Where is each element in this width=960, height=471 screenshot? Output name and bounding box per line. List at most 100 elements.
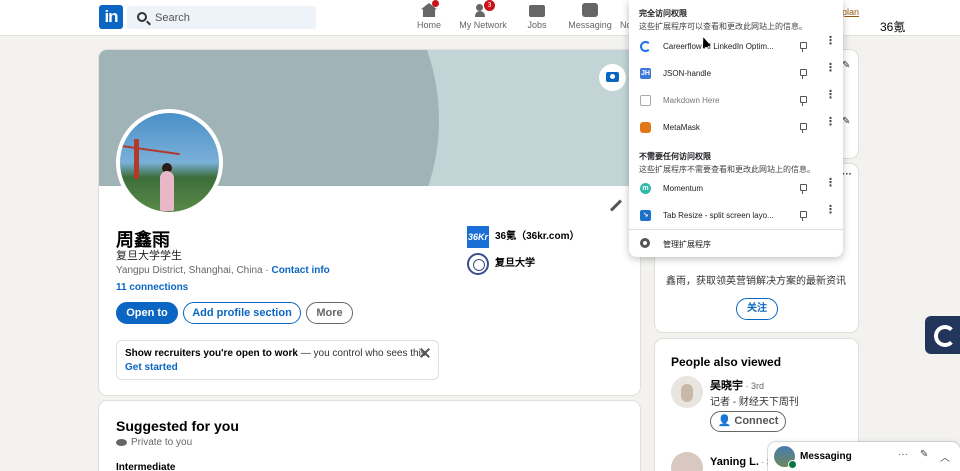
- connections-link[interactable]: 11 connections: [116, 282, 188, 293]
- recruiter-prompt-rest: — you control who sees this.: [297, 348, 429, 359]
- search-icon: [137, 12, 147, 22]
- extension-name: JSON-handle: [663, 69, 712, 78]
- json-handle-icon: JH: [640, 68, 651, 79]
- pin-icon[interactable]: [799, 184, 807, 194]
- private-note: Private to you: [116, 437, 192, 448]
- manage-extensions-link[interactable]: 管理扩展程序: [663, 239, 711, 250]
- extension-momentum[interactable]: m Momentum ⋮: [629, 176, 843, 202]
- recruiter-prompt-bold: Show recruiters you're open to work: [125, 348, 298, 359]
- close-icon[interactable]: [419, 347, 431, 359]
- avatar[interactable]: [671, 376, 703, 408]
- pin-icon[interactable]: [799, 69, 807, 79]
- education-fudan-name: 复旦大学: [495, 258, 535, 269]
- pin-icon[interactable]: [799, 42, 807, 52]
- person-name[interactable]: 吴晓宇 · 3rd: [710, 377, 764, 393]
- search-bar[interactable]: [127, 6, 316, 29]
- person-role: 记者 - 财经天下周刊: [710, 397, 799, 408]
- chevron-up-icon[interactable]: ︿: [940, 449, 950, 464]
- no-access-desc: 这些扩展程序不需要查看和更改此网站上的信息。: [639, 165, 815, 174]
- extension-name: Momentum: [663, 184, 704, 193]
- home-notification-dot: [432, 0, 439, 7]
- nav-jobs[interactable]: Jobs: [524, 3, 550, 33]
- popup-divider: [629, 229, 843, 230]
- profile-card: 周鑫雨 复旦大学学生 Yangpu District, Shanghai, Ch…: [99, 50, 640, 395]
- more-options-icon[interactable]: ⋮: [825, 205, 836, 216]
- nav-messaging-label: Messaging: [568, 20, 612, 30]
- nav-my-network[interactable]: 3 My Network: [459, 0, 507, 33]
- profile-avatar[interactable]: [116, 109, 223, 216]
- avatar-2[interactable]: [671, 452, 703, 471]
- extension-markdown-here[interactable]: Markdown Here ⋮: [629, 88, 843, 114]
- more-button[interactable]: More: [306, 302, 353, 324]
- add-profile-section-button[interactable]: Add profile section: [183, 302, 301, 324]
- gear-icon[interactable]: [640, 238, 650, 248]
- extension-name: Careerflow AI LinkedIn Optim...: [663, 42, 774, 51]
- search-input[interactable]: [155, 9, 305, 26]
- get-started-link[interactable]: Get started: [125, 362, 178, 373]
- tab-resize-icon: ↘: [640, 210, 651, 221]
- right-card-edit-icon[interactable]: ✎: [842, 60, 850, 71]
- messaging-bar[interactable]: Messaging ··· ✎ ︿: [768, 442, 960, 471]
- nav-home-label: Home: [416, 20, 441, 30]
- location-text: Yangpu District, Shanghai, China: [116, 265, 263, 276]
- extension-careerflow[interactable]: Careerflow AI LinkedIn Optim... ⋮: [629, 34, 843, 60]
- extensions-popup: 完全访问权限 这些扩展程序可以查看和更改此网站上的信息。 Careerflow …: [629, 0, 843, 257]
- profile-location: Yangpu District, Shanghai, China · Conta…: [116, 265, 330, 276]
- nav-home[interactable]: Home: [416, 0, 442, 33]
- avatar-person: [160, 171, 174, 211]
- suggested-title: Suggested for you: [116, 418, 239, 434]
- pin-icon[interactable]: [799, 96, 807, 106]
- extension-name: Tab Resize - split screen layo...: [663, 211, 774, 220]
- more-options-icon[interactable]: ⋮: [825, 178, 836, 189]
- right-card-edit-icon-2[interactable]: ✎: [842, 116, 850, 127]
- more-options-icon[interactable]: ⋮: [825, 117, 836, 128]
- more-options-icon[interactable]: ⋮: [825, 36, 836, 47]
- more-options-icon[interactable]: ⋮: [825, 63, 836, 74]
- briefcase-icon: [529, 5, 545, 17]
- full-access-desc: 这些扩展程序可以查看和更改此网站上的信息。: [639, 22, 807, 31]
- nav-my-network-label: My Network: [459, 20, 507, 30]
- pin-icon[interactable]: [799, 211, 807, 221]
- open-to-work-prompt: Show recruiters you're open to work — yo…: [116, 340, 439, 380]
- private-note-text: Private to you: [131, 437, 193, 448]
- people-also-viewed-title: People also viewed: [671, 355, 782, 369]
- metamask-fox-icon: [640, 122, 651, 133]
- avatar-bridge-tower: [134, 139, 139, 179]
- suggested-card: Suggested for you Private to you Interme…: [99, 401, 640, 471]
- contact-info-link[interactable]: Contact info: [271, 265, 329, 276]
- fudan-logo: [467, 253, 489, 275]
- careerflow-icon: [640, 41, 651, 52]
- plan-link[interactable]: plan: [842, 7, 859, 17]
- connect-button[interactable]: 👤 Connect: [710, 411, 786, 432]
- experience-36kr-name: 36氪（36kr.com）: [495, 231, 580, 242]
- careerflow-side-widget[interactable]: [925, 316, 960, 354]
- suggested-level: Intermediate: [116, 462, 176, 471]
- edit-intro-pencil-icon[interactable]: [607, 198, 623, 214]
- extension-tab-resize[interactable]: ↘ Tab Resize - split screen layo... ⋮: [629, 203, 843, 229]
- promo-text: 鑫雨，获取领英营销解决方案的最新资讯: [666, 276, 846, 287]
- messaging-more-icon[interactable]: ···: [898, 449, 908, 460]
- extension-metamask[interactable]: MetaMask ⋮: [629, 115, 843, 141]
- promo-card-more-icon[interactable]: ···: [842, 169, 852, 180]
- connect-label: Connect: [734, 415, 779, 427]
- linkedin-logo[interactable]: in: [99, 5, 123, 29]
- no-access-title: 不需要任何访问权限: [639, 152, 711, 161]
- person-name-2-text: Yaning L.: [710, 456, 759, 468]
- add-user-icon: 👤: [717, 415, 732, 427]
- recruiter-prompt-text: Show recruiters you're open to work — yo…: [125, 348, 429, 359]
- message-icon: [582, 3, 598, 17]
- follow-button[interactable]: 关注: [736, 298, 778, 320]
- compose-icon[interactable]: ✎: [920, 449, 928, 460]
- edit-banner-button[interactable]: [599, 64, 626, 91]
- more-options-icon[interactable]: ⋮: [825, 90, 836, 101]
- pin-icon[interactable]: [799, 123, 807, 133]
- extension-json-handle[interactable]: JH JSON-handle ⋮: [629, 61, 843, 87]
- camera-icon: [606, 72, 619, 82]
- nav-messaging[interactable]: Messaging: [568, 3, 612, 33]
- open-to-button[interactable]: Open to: [116, 302, 178, 324]
- network-badge: 3: [484, 0, 495, 11]
- person-degree: · 3rd: [743, 381, 765, 391]
- avatar-bridge-deck: [120, 144, 180, 156]
- momentum-icon: m: [640, 183, 651, 194]
- person-name-2[interactable]: Yaning L. · 3: [710, 456, 772, 468]
